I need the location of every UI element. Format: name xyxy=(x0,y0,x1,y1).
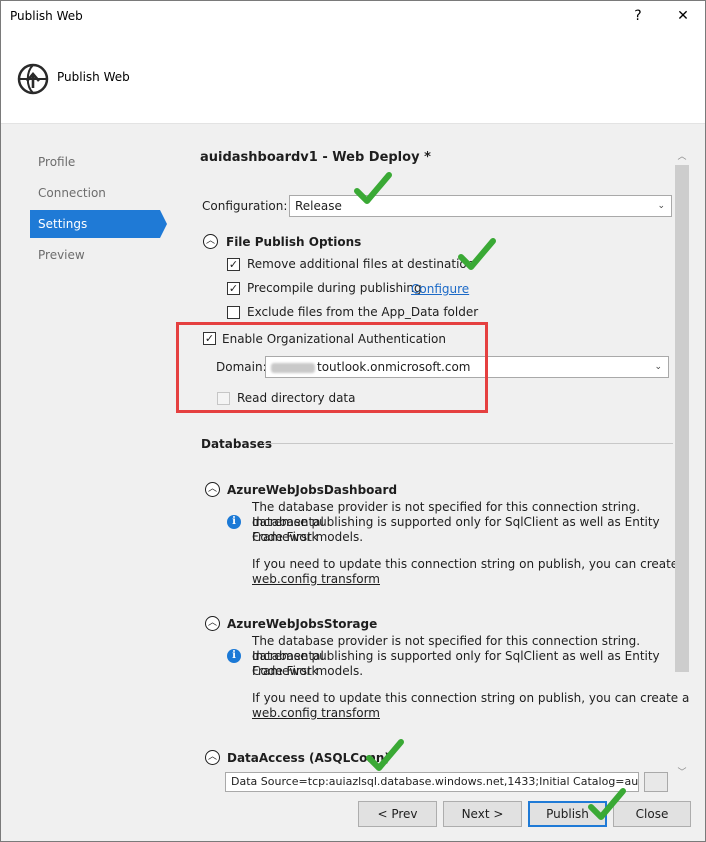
exclude-appdata-label: Exclude files from the App_Data folder xyxy=(247,305,479,319)
scrollbar-thumb[interactable] xyxy=(675,165,689,672)
green-check-annotation-icon xyxy=(366,739,404,771)
close-window-button[interactable]: ✕ xyxy=(666,1,700,32)
collapse-db-icon[interactable]: ︿ xyxy=(205,750,220,765)
nav-active-arrow xyxy=(160,210,167,238)
web-config-transform-link[interactable]: web.config transform xyxy=(252,572,380,587)
window-title: Publish Web xyxy=(10,9,83,23)
db-name: AzureWebJobsStorage xyxy=(227,617,378,631)
nav-item-profile[interactable]: Profile xyxy=(30,148,160,176)
exclude-appdata-checkbox[interactable] xyxy=(227,306,240,319)
chevron-down-icon: ⌄ xyxy=(657,201,665,211)
info-icon: i xyxy=(227,649,241,663)
info-icon: i xyxy=(227,515,241,529)
configuration-label: Configuration: xyxy=(202,199,288,213)
connection-string-input[interactable]: Data Source=tcp:auiazlsql.database.windo… xyxy=(225,772,639,792)
connection-builder-button[interactable] xyxy=(644,772,668,792)
db-name: AzureWebJobsDashboard xyxy=(227,483,398,497)
profile-title: auidashboardv1 - Web Deploy * xyxy=(200,150,431,165)
green-check-annotation-icon xyxy=(354,172,392,204)
configuration-value: Release xyxy=(295,199,342,213)
help-button[interactable]: ? xyxy=(621,1,655,32)
chevron-down-icon: ⌄ xyxy=(654,362,662,372)
precompile-label: Precompile during publishing xyxy=(247,281,422,295)
remove-files-checkbox[interactable]: ✓ xyxy=(227,258,240,271)
connection-string-value: Data Source=tcp:auiazlsql.database.windo… xyxy=(231,775,639,788)
highlight-box xyxy=(176,322,488,413)
web-config-transform-link[interactable]: web.config transform xyxy=(252,706,380,721)
scroll-up-icon[interactable]: ︿ xyxy=(675,150,689,164)
green-check-annotation-icon xyxy=(458,238,496,270)
publish-web-dialog: Publish Web ? ✕ Publish Web Profile Conn… xyxy=(0,0,706,842)
remove-files-label: Remove additional files at destination xyxy=(247,257,475,271)
globe-publish-icon xyxy=(17,63,49,95)
precompile-checkbox[interactable]: ✓ xyxy=(227,282,240,295)
db-info-line: Code First models. xyxy=(252,530,364,544)
collapse-db-icon[interactable]: ︿ xyxy=(205,616,220,631)
databases-header: Databases xyxy=(201,437,273,451)
collapse-file-publish-icon[interactable]: ︿ xyxy=(203,234,218,249)
scroll-down-icon[interactable]: ﹀ xyxy=(675,766,689,780)
next-button[interactable]: Next > xyxy=(443,801,522,827)
db-update-text: If you need to update this connection st… xyxy=(252,691,690,705)
header-title: Publish Web xyxy=(57,70,130,84)
configure-link[interactable]: Configure xyxy=(411,282,469,296)
title-bar: Publish Web ? ✕ xyxy=(1,1,705,32)
nav-item-settings[interactable]: Settings xyxy=(30,210,160,238)
file-publish-header: File Publish Options xyxy=(226,235,362,249)
collapse-db-icon[interactable]: ︿ xyxy=(205,482,220,497)
configuration-select[interactable]: Release ⌄ xyxy=(289,195,672,217)
nav-item-connection[interactable]: Connection xyxy=(30,179,160,207)
prev-button[interactable]: < Prev xyxy=(358,801,437,827)
green-check-annotation-icon xyxy=(588,788,626,820)
databases-divider xyxy=(263,443,673,444)
nav-item-preview[interactable]: Preview xyxy=(30,241,160,269)
db-info-line: Code First models. xyxy=(252,664,364,678)
db-update-text: If you need to update this connection st… xyxy=(252,557,690,571)
dialog-header: Publish Web xyxy=(1,32,705,124)
